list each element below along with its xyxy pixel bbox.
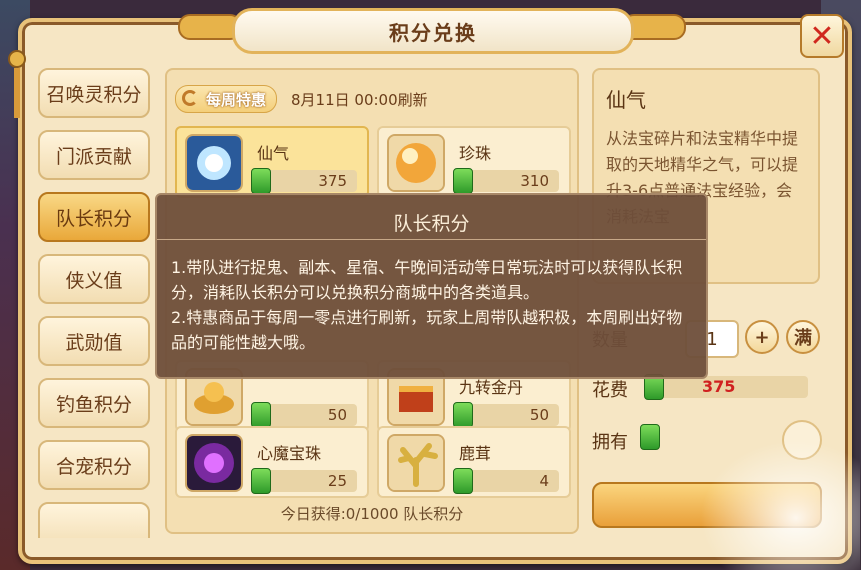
item-price: 4	[453, 468, 559, 494]
item-price-value: 375	[318, 172, 347, 190]
shop-item[interactable]: 心魔宝珠 25	[175, 426, 369, 498]
pearl-icon	[387, 134, 445, 192]
fairy-qi-icon	[185, 134, 243, 192]
sidebar-item-chivalry[interactable]: 侠义值	[38, 254, 150, 304]
item-name: 鹿茸	[459, 444, 492, 463]
increase-button[interactable]: +	[745, 320, 779, 354]
shop-item[interactable]: 仙气 375	[175, 126, 369, 198]
currency-icon	[640, 424, 660, 450]
item-price-value: 50	[327, 406, 347, 424]
demon-orb-icon	[185, 434, 243, 492]
cost-label: 花费	[592, 380, 628, 401]
close-button[interactable]: ✕	[800, 14, 844, 58]
weekly-deal-label: 每周特惠	[206, 90, 267, 109]
sidebar-item-fishing-points[interactable]: 钓鱼积分	[38, 378, 150, 428]
cost-bar: 375	[644, 374, 808, 400]
item-name: 珍珠	[459, 144, 492, 163]
sidebar-item-captain-points[interactable]: 队长积分	[38, 192, 150, 242]
item-name: 心魔宝珠	[257, 444, 322, 463]
shop-item[interactable]: 珍珠 310	[377, 126, 571, 198]
item-price: 310	[453, 168, 559, 194]
owned-label: 拥有	[592, 432, 628, 453]
item-price-value: 50	[529, 406, 549, 424]
close-icon: ✕	[809, 18, 835, 54]
tooltip-body: 1.带队进行捉鬼、副本、星宿、午晚间活动等日常玩法时可以获得队长积分，消耗队长积…	[171, 258, 683, 352]
max-button[interactable]: 满	[786, 320, 820, 354]
item-price: 375	[251, 168, 357, 194]
detail-item-name: 仙气	[606, 88, 646, 112]
cost-value: 375	[702, 377, 736, 396]
category-sidebar: 召唤灵积分 门派贡献 队长积分 侠义值 武勋值 钓鱼积分 合宠积分	[38, 68, 150, 538]
window-title: 积分兑换	[232, 8, 634, 54]
item-price-value: 25	[327, 472, 347, 490]
item-price: 25	[251, 468, 357, 494]
tooltip-divider	[157, 239, 706, 240]
weekly-deal-badge: 每周特惠	[175, 85, 278, 113]
item-name: 仙气	[257, 144, 290, 163]
sidebar-item-sect-contribution[interactable]: 门派贡献	[38, 130, 150, 180]
sidebar-item-summon-points[interactable]: 召唤灵积分	[38, 68, 150, 118]
item-price-value: 310	[520, 172, 549, 190]
tooltip-title: 队长积分	[393, 213, 470, 235]
shop-header: 每周特惠 8月11日 00:00刷新	[175, 84, 428, 114]
daily-earned-counter: 今日获得:0/1000 队长积分	[280, 505, 464, 523]
sidebar-item-pet-fusion-points[interactable]: 合宠积分	[38, 440, 150, 490]
owned-row: 拥有	[592, 428, 628, 454]
item-price: 50	[453, 402, 559, 428]
captain-points-tooltip: 队长积分 1.带队进行捉鬼、副本、星宿、午晚间活动等日常玩法时可以获得队长积分，…	[155, 193, 708, 379]
antler-icon	[387, 434, 445, 492]
sidebar-item-merit[interactable]: 武勋值	[38, 316, 150, 366]
shop-item[interactable]: 鹿茸 4	[377, 426, 571, 498]
tassel-ornament	[8, 50, 26, 130]
item-price-value: 4	[539, 472, 549, 490]
item-price: 50	[251, 402, 357, 428]
watermark-glow	[700, 440, 860, 570]
swirl-icon	[182, 90, 198, 106]
sidebar-item-more[interactable]	[38, 502, 150, 538]
refresh-time: 8月11日 00:00刷新	[291, 90, 428, 109]
cost-row: 花费	[592, 376, 628, 402]
